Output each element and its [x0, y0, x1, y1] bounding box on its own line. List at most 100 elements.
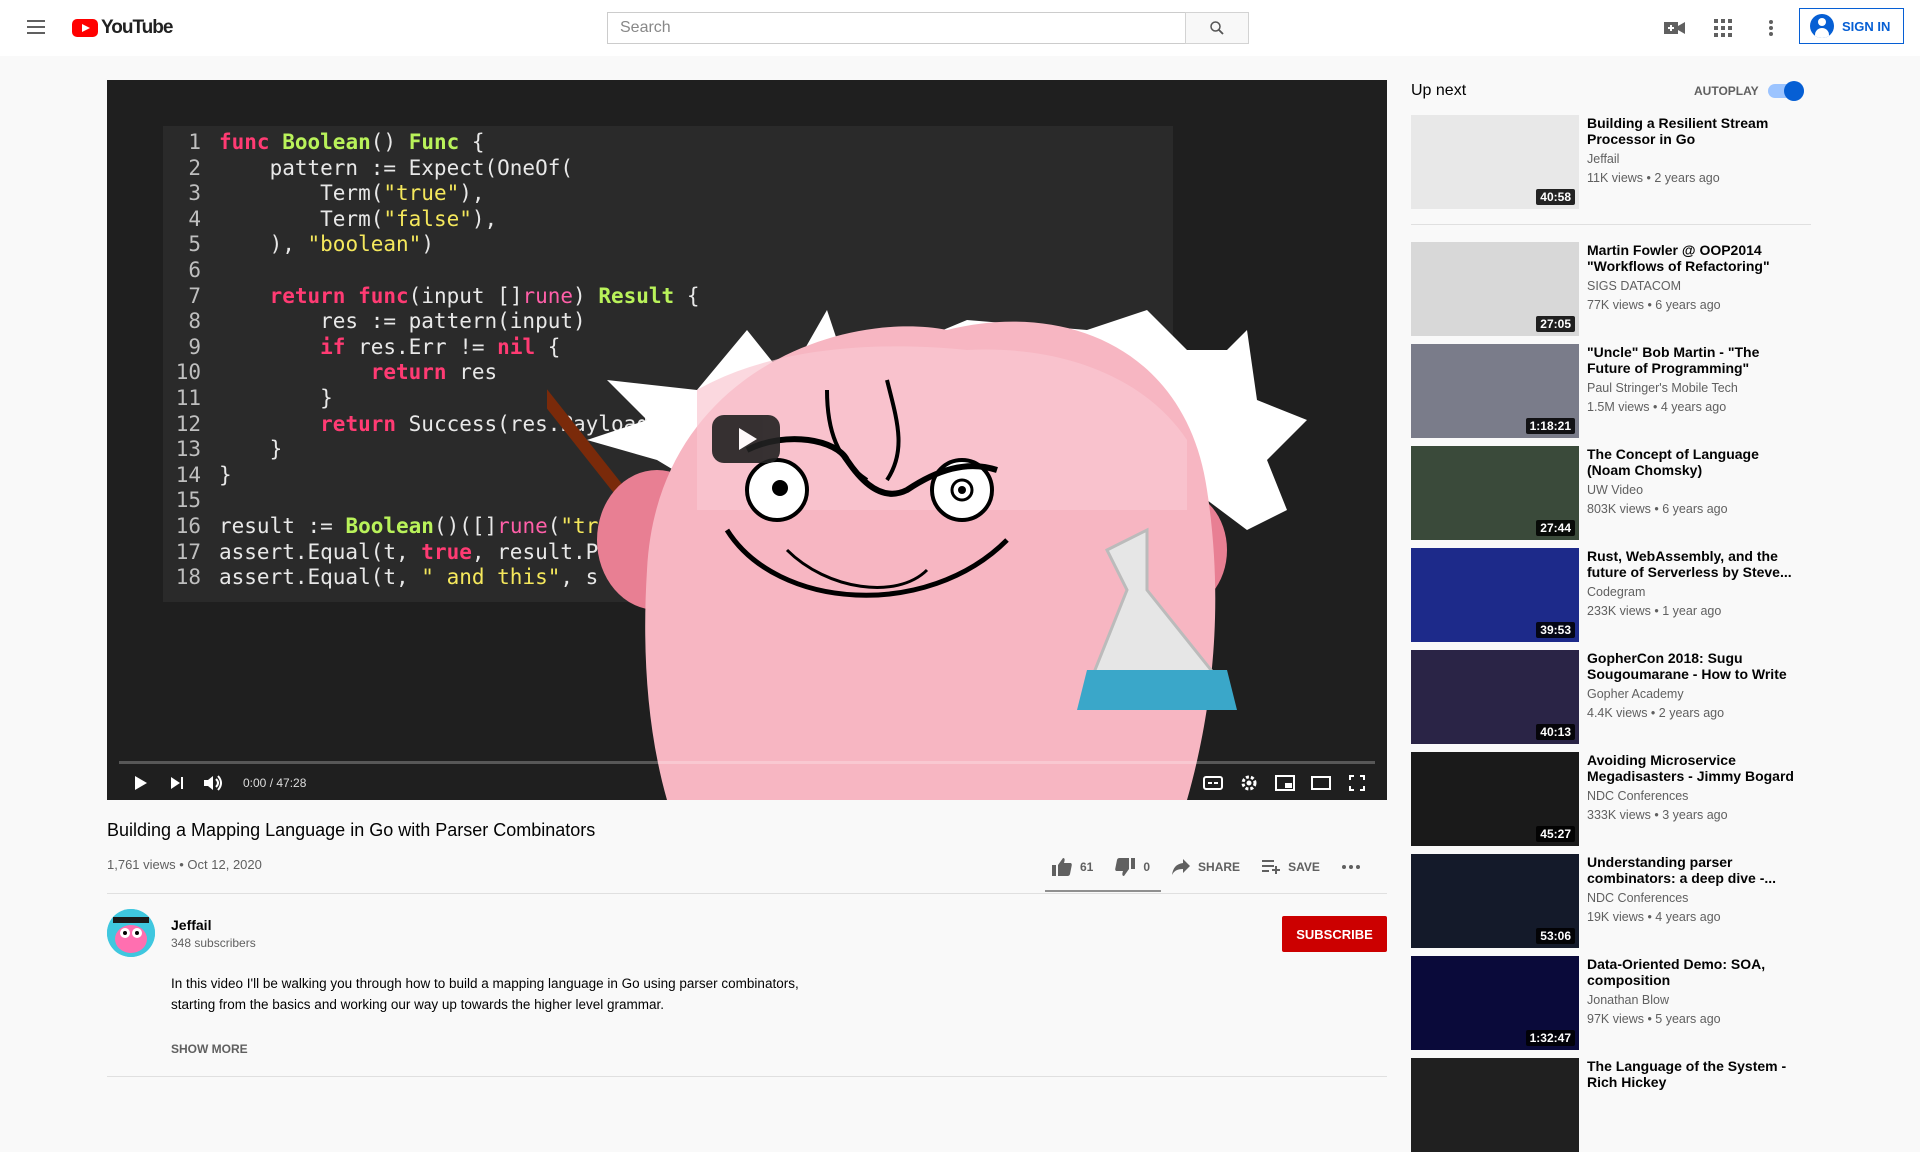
dislike-button[interactable]: 0 [1115, 858, 1150, 876]
player-controls: 0:00 / 47:28 [107, 766, 1387, 800]
recommendation-title[interactable]: Rust, WebAssembly, and the future of Ser… [1587, 548, 1797, 580]
video-thumbnail[interactable] [1411, 1058, 1579, 1152]
dislike-count: 0 [1143, 860, 1151, 874]
like-button[interactable]: 61 [1052, 858, 1093, 876]
recommendation-title[interactable]: "Uncle" Bob Martin - "The Future of Prog… [1587, 344, 1797, 376]
recommendation-channel: Gopher Academy [1587, 687, 1684, 701]
time-display: 0:00 / 47:28 [243, 776, 307, 790]
recommendation-item[interactable]: 39:53 Rust, WebAssembly, and the future o… [1411, 548, 1811, 642]
menu-icon[interactable] [24, 16, 48, 40]
next-icon[interactable] [159, 766, 195, 800]
recommendation-title[interactable]: Building a Resilient Stream Processor in… [1587, 115, 1797, 147]
search-input[interactable] [607, 12, 1185, 44]
video-thumbnail[interactable]: 53:06 [1411, 854, 1579, 948]
recommendation-item[interactable]: 40:13 GopherCon 2018: Sugu Sougoumarane -… [1411, 650, 1811, 744]
recommendation-title[interactable]: Data-Oriented Demo: SOA, composition [1587, 956, 1797, 988]
recommendation-item[interactable]: The Language of the System - Rich Hickey [1411, 1058, 1811, 1152]
apps-grid-icon[interactable] [1711, 16, 1735, 40]
recommendation-item[interactable]: 40:58 Building a Resilient Stream Process… [1411, 115, 1811, 209]
recommendation-title[interactable]: Martin Fowler @ OOP2014 "Workflows of Re… [1587, 242, 1797, 274]
video-thumbnail[interactable]: 39:53 [1411, 548, 1579, 642]
video-actions: 61 0 SHARE SAVE [1052, 855, 1382, 879]
playlist-add-icon [1262, 860, 1281, 874]
recommendation-title[interactable]: The Concept of Language (Noam Chomsky) [1587, 446, 1797, 478]
fullscreen-icon[interactable] [1339, 766, 1375, 800]
volume-icon[interactable] [195, 766, 231, 800]
up-next-heading: Up next [1411, 82, 1467, 99]
share-button[interactable]: SHARE [1172, 859, 1240, 875]
logo-text: YouTube [101, 17, 173, 38]
miniplayer-icon[interactable] [1267, 766, 1303, 800]
video-thumbnail[interactable]: 1:18:21 [1411, 344, 1579, 438]
recommendation-views: 803K views • 6 years ago [1587, 502, 1728, 516]
recommendation-channel: Codegram [1587, 585, 1646, 599]
divider [107, 893, 1387, 894]
big-play-button[interactable] [712, 415, 780, 463]
code-text: pattern := Expect(OneOf( [219, 155, 574, 180]
captions-icon[interactable] [1195, 766, 1231, 800]
recommendation-title[interactable]: Avoiding Microservice Megadisasters - Ji… [1587, 752, 1797, 784]
line-number: 17 [175, 539, 201, 564]
video-player[interactable]: 1 func Boolean() Func {2 pattern := Expec… [107, 80, 1387, 800]
recommendation-item[interactable]: 1:18:21 "Uncle" Bob Martin - "The Future … [1411, 344, 1811, 438]
recommendation-title[interactable]: Understanding parser combinators: a deep… [1587, 854, 1797, 886]
line-number: 7 [188, 283, 201, 308]
sentiment-bar [1045, 890, 1161, 892]
subscribe-button[interactable]: SUBSCRIBE [1282, 916, 1387, 952]
video-thumbnail[interactable]: 27:44 [1411, 446, 1579, 540]
play-icon[interactable] [123, 766, 159, 800]
settings-gear-icon[interactable] [1231, 766, 1267, 800]
more-options-icon[interactable] [1759, 16, 1783, 40]
recommendation-views: 4.4K views • 2 years ago [1587, 706, 1725, 720]
video-thumbnail[interactable]: 40:58 [1411, 115, 1579, 209]
search-button[interactable] [1185, 12, 1249, 44]
show-more-button[interactable]: SHOW MORE [171, 1042, 248, 1056]
recommendation-views: 97K views • 5 years ago [1587, 1012, 1721, 1026]
recommendation-title[interactable]: The Language of the System - Rich Hickey [1587, 1058, 1797, 1090]
recommendation-item[interactable]: 1:32:47 Data-Oriented Demo: SOA, composit… [1411, 956, 1811, 1050]
video-thumbnail[interactable]: 45:27 [1411, 752, 1579, 846]
channel-name[interactable]: Jeffail [171, 917, 211, 933]
divider [107, 1076, 1387, 1077]
channel-avatar[interactable] [107, 909, 155, 957]
like-count: 61 [1080, 860, 1094, 874]
search-icon [1210, 21, 1224, 35]
code-text: } [219, 385, 333, 410]
line-number: 4 [188, 206, 201, 231]
line-number: 18 [175, 565, 201, 590]
save-button[interactable]: SAVE [1262, 860, 1320, 874]
create-video-icon[interactable] [1663, 16, 1687, 40]
line-number: 15 [175, 488, 201, 513]
recommendation-channel: NDC Conferences [1587, 789, 1689, 803]
youtube-logo[interactable]: YouTube [72, 17, 173, 39]
video-thumbnail[interactable]: 40:13 [1411, 650, 1579, 744]
duration-badge: 27:05 [1536, 316, 1575, 332]
autoplay-label: AUTOPLAY [1694, 84, 1759, 98]
line-number: 1 [188, 130, 201, 154]
video-thumbnail[interactable]: 27:05 [1411, 242, 1579, 336]
recommendation-item[interactable]: 27:44 The Concept of Language (Noam Choms… [1411, 446, 1811, 540]
recommendation-item[interactable]: 53:06 Understanding parser combinators: a… [1411, 854, 1811, 948]
sign-in-button[interactable]: SIGN IN [1799, 8, 1904, 44]
more-actions-button[interactable] [1341, 865, 1360, 869]
duration-badge: 39:53 [1536, 622, 1575, 638]
code-text: ), "boolean") [219, 232, 434, 257]
autoplay-toggle[interactable] [1768, 81, 1804, 101]
code-text: Term("true"), [219, 181, 485, 206]
line-number: 5 [188, 232, 201, 257]
recommendation-item[interactable]: 27:05 Martin Fowler @ OOP2014 "Workflows … [1411, 242, 1811, 336]
code-text: Term("false"), [219, 206, 498, 231]
progress-bar[interactable] [119, 761, 1375, 764]
duration-badge: 1:32:47 [1525, 1030, 1575, 1046]
more-horizontal-icon [1341, 865, 1360, 869]
line-number: 3 [188, 181, 201, 206]
thumbs-up-icon [1052, 858, 1072, 876]
line-number: 2 [188, 155, 201, 180]
recommendation-channel: Paul Stringer's Mobile Tech [1587, 381, 1738, 395]
recommendation-item[interactable]: 45:27 Avoiding Microservice Megadisasters… [1411, 752, 1811, 846]
recommendation-title[interactable]: GopherCon 2018: Sugu Sougoumarane - How … [1587, 650, 1797, 682]
theater-mode-icon[interactable] [1303, 766, 1339, 800]
recommendation-views: 11K views • 2 years ago [1587, 171, 1720, 185]
video-thumbnail[interactable]: 1:32:47 [1411, 956, 1579, 1050]
